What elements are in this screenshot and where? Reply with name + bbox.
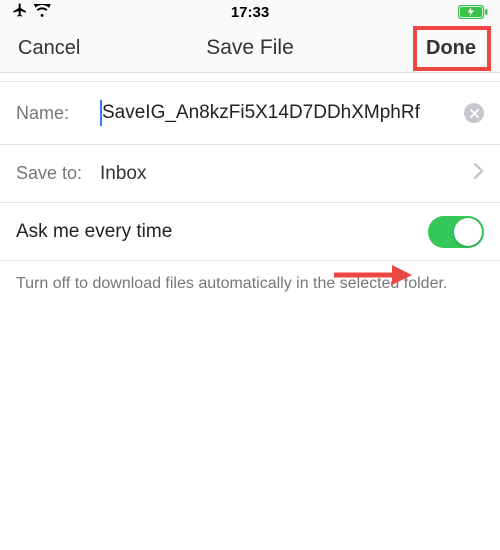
battery-icon — [458, 5, 488, 19]
saveto-label: Save to: — [16, 163, 100, 184]
toggle-row: Ask me every time — [0, 203, 500, 261]
footer-text: Turn off to download files automatically… — [0, 261, 500, 307]
done-button[interactable]: Done — [420, 33, 482, 64]
name-input[interactable]: SaveIG_An8kzFi5X14D7DDhXMphRf — [102, 102, 458, 124]
wifi-icon — [34, 4, 51, 21]
page-title: Save File — [206, 36, 294, 60]
cancel-button[interactable]: Cancel — [18, 37, 80, 60]
toggle-label: Ask me every time — [16, 221, 428, 243]
ask-toggle[interactable] — [428, 216, 484, 248]
toggle-knob — [454, 218, 482, 246]
status-bar: 17:33 — [0, 0, 500, 24]
status-time: 17:33 — [231, 4, 269, 21]
clear-button[interactable] — [464, 103, 484, 123]
name-row: Name: SaveIG_An8kzFi5X14D7DDhXMphRf — [0, 81, 500, 145]
chevron-right-icon — [474, 163, 484, 184]
name-label: Name: — [16, 103, 100, 124]
saveto-row[interactable]: Save to: Inbox — [0, 145, 500, 203]
arrow-annotation — [334, 264, 412, 286]
airplane-icon — [12, 2, 28, 22]
nav-bar: Cancel Save File Done — [0, 24, 500, 73]
saveto-value: Inbox — [100, 163, 474, 185]
